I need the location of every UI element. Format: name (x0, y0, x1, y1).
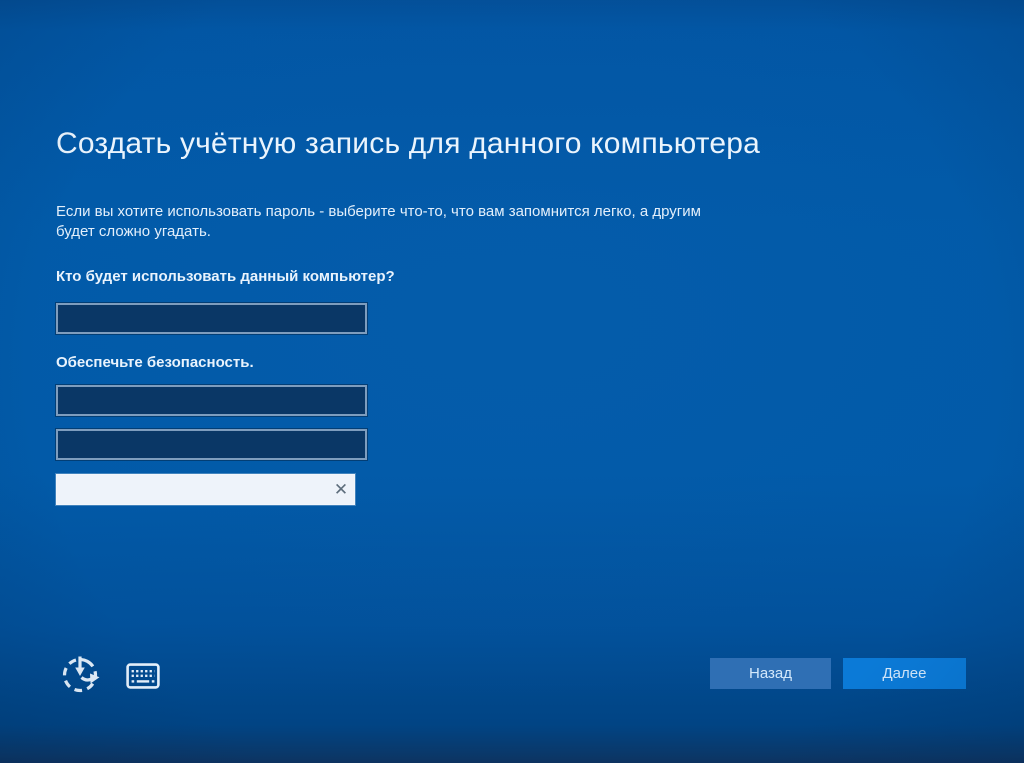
password-hint-input[interactable] (57, 475, 328, 504)
username-input[interactable] (56, 303, 367, 334)
clear-icon[interactable]: ✕ (328, 475, 354, 504)
password-hint-field: ✕ (56, 474, 355, 505)
next-button[interactable]: Далее (843, 658, 966, 689)
page-title: Создать учётную запись для данного компь… (56, 127, 760, 161)
keyboard-icon[interactable] (126, 657, 160, 689)
password-input[interactable] (56, 385, 367, 416)
page-subtitle: Если вы хотите использовать пароль - выб… (56, 202, 716, 242)
oobe-create-account-screen: Создать учётную запись для данного компь… (0, 0, 1024, 763)
back-button[interactable]: Назад (710, 658, 831, 689)
security-label: Обеспечьте безопасность. (56, 354, 254, 371)
username-label: Кто будет использовать данный компьютер? (56, 268, 395, 285)
confirm-password-input[interactable] (56, 429, 367, 460)
ease-of-access-icon[interactable] (58, 650, 104, 696)
footer-icon-group (58, 650, 160, 696)
